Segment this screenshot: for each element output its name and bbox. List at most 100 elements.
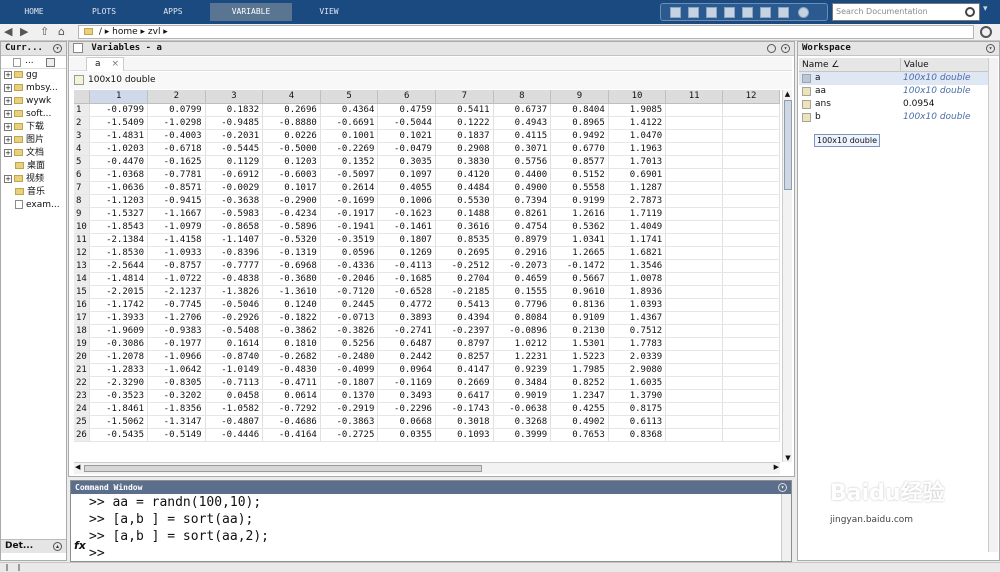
expand-icon[interactable]: + xyxy=(4,109,12,118)
table-cell[interactable]: -1.0298 xyxy=(147,116,206,130)
save-icon[interactable] xyxy=(670,7,681,18)
table-cell[interactable]: -1.2706 xyxy=(147,311,206,325)
table-cell[interactable]: -1.4814 xyxy=(89,272,149,286)
table-cell[interactable]: 0.8368 xyxy=(608,428,667,442)
table-cell[interactable]: -0.2296 xyxy=(377,402,436,416)
vertical-scrollbar[interactable]: ▲ ▼ xyxy=(782,90,792,462)
empty-cell[interactable] xyxy=(722,259,780,273)
table-row[interactable]: 2 -1.5409 -1.0298 -0.9485 -0.8880 -0.6691 -0.5… xyxy=(74,116,780,130)
table-cell[interactable]: -2.5644 xyxy=(89,259,149,273)
table-cell[interactable]: -0.4446 xyxy=(205,428,264,442)
table-cell[interactable]: -0.8880 xyxy=(262,116,321,130)
table-cell[interactable]: 0.2614 xyxy=(320,181,379,195)
table-cell[interactable]: 0.5530 xyxy=(435,194,494,208)
table-cell[interactable]: 0.1488 xyxy=(435,207,494,221)
table-cell[interactable]: -0.4686 xyxy=(262,415,321,429)
table-cell[interactable]: 0.4484 xyxy=(435,181,494,195)
table-cell[interactable]: -0.6912 xyxy=(205,168,264,182)
table-cell[interactable]: -1.2833 xyxy=(89,363,149,377)
table-row[interactable]: 1 -0.0799 0.0799 0.1832 0.2696 0.4364 0.4759 0.… xyxy=(74,103,780,117)
path-search-icon[interactable] xyxy=(980,26,992,38)
table-row[interactable]: 10 -1.8543 -1.0979 -0.8658 -0.5896 -0.1941 -0.… xyxy=(74,220,780,234)
table-cell[interactable]: -0.4003 xyxy=(147,129,206,143)
empty-cell[interactable] xyxy=(722,116,780,130)
empty-cell[interactable] xyxy=(665,246,724,260)
table-cell[interactable]: -1.3147 xyxy=(147,415,206,429)
empty-cell[interactable] xyxy=(665,103,724,117)
table-cell[interactable]: 0.5152 xyxy=(550,168,609,182)
table-cell[interactable]: 0.5411 xyxy=(435,103,494,117)
list-item[interactable]: 音乐 xyxy=(1,186,66,199)
table-cell[interactable]: 0.1614 xyxy=(205,337,264,351)
search-documentation-input[interactable]: Search Documentation xyxy=(832,3,980,21)
table-cell[interactable]: -0.5435 xyxy=(89,428,149,442)
table-cell[interactable]: 0.2445 xyxy=(320,298,379,312)
table-row[interactable]: 4 -1.0203 -0.6718 -0.5445 -0.5000 -0.2269 -0.0… xyxy=(74,142,780,156)
empty-cell[interactable] xyxy=(665,168,724,182)
table-cell[interactable]: -0.8658 xyxy=(205,220,264,234)
empty-cell[interactable] xyxy=(722,168,780,182)
table-row[interactable]: 24 -1.8461 -1.8356 -1.0582 -0.7292 -0.2919 -0.… xyxy=(74,402,780,416)
table-cell[interactable]: 1.1963 xyxy=(608,142,667,156)
table-cell[interactable]: 0.0596 xyxy=(320,246,379,260)
table-cell[interactable]: 1.1741 xyxy=(608,233,667,247)
table-row[interactable]: 18 -1.9609 -0.9383 -0.5408 -0.3862 -0.3826 -0.… xyxy=(74,324,780,338)
table-cell[interactable]: -0.5445 xyxy=(205,142,264,156)
table-row[interactable]: 21 -1.2833 -1.0642 -1.0149 -0.4830 -0.4099 0.0… xyxy=(74,363,780,377)
table-row[interactable]: 6 -1.0368 -0.7781 -0.6912 -0.6003 -0.5097 0.10… xyxy=(74,168,780,182)
expand-icon[interactable]: + xyxy=(4,96,12,105)
table-cell[interactable]: 1.1287 xyxy=(608,181,667,195)
table-cell[interactable]: 0.9239 xyxy=(493,363,552,377)
table-cell[interactable]: -1.1742 xyxy=(89,298,149,312)
table-cell[interactable]: -1.0642 xyxy=(147,363,206,377)
table-cell[interactable]: 0.1222 xyxy=(435,116,494,130)
row-header[interactable]: 15 xyxy=(74,285,91,299)
table-cell[interactable]: 0.8257 xyxy=(435,350,494,364)
table-cell[interactable]: 0.1240 xyxy=(262,298,321,312)
horizontal-scroll-thumb[interactable] xyxy=(84,465,482,472)
column-header[interactable]: 1 xyxy=(89,90,149,104)
table-cell[interactable]: 2.0339 xyxy=(608,350,667,364)
row-header[interactable]: 5 xyxy=(74,155,91,169)
empty-cell[interactable] xyxy=(665,285,724,299)
table-cell[interactable]: -1.0979 xyxy=(147,220,206,234)
table-row[interactable]: 5 -0.4470 -0.1625 0.1129 0.1203 0.1352 0.3035 0… xyxy=(74,155,780,169)
empty-cell[interactable] xyxy=(665,181,724,195)
copy-icon[interactable] xyxy=(706,7,717,18)
function-browser-icon[interactable]: fx xyxy=(74,539,86,552)
empty-cell[interactable] xyxy=(665,116,724,130)
row-header[interactable]: 10 xyxy=(74,220,91,234)
column-header[interactable]: 4 xyxy=(262,90,321,104)
details-toggle-icon[interactable]: ▴ xyxy=(53,542,62,551)
table-cell[interactable]: 0.6417 xyxy=(435,389,494,403)
table-cell[interactable]: 0.3484 xyxy=(493,376,552,390)
table-cell[interactable]: 0.2669 xyxy=(435,376,494,390)
table-cell[interactable]: -0.5044 xyxy=(377,116,436,130)
empty-cell[interactable] xyxy=(665,272,724,286)
table-cell[interactable]: 0.1093 xyxy=(435,428,494,442)
table-cell[interactable]: 0.7653 xyxy=(550,428,609,442)
table-cell[interactable]: 0.3071 xyxy=(493,142,552,156)
table-cell[interactable]: -0.7781 xyxy=(147,168,206,182)
empty-cell[interactable] xyxy=(665,220,724,234)
row-header[interactable]: 26 xyxy=(74,428,91,442)
table-cell[interactable]: -0.1472 xyxy=(550,259,609,273)
up-folder-icon[interactable]: ⇧ xyxy=(40,25,49,38)
table-cell[interactable]: 0.4759 xyxy=(377,103,436,117)
table-cell[interactable]: -0.4807 xyxy=(205,415,264,429)
table-row[interactable]: 3 -1.4831 -0.4003 -0.2031 0.0226 0.1001 0.1021… xyxy=(74,129,780,143)
table-cell[interactable]: 0.8404 xyxy=(550,103,609,117)
table-cell[interactable]: 0.0226 xyxy=(262,129,321,143)
table-cell[interactable]: -0.5408 xyxy=(205,324,264,338)
table-cell[interactable]: -0.1699 xyxy=(320,194,379,208)
close-icon[interactable] xyxy=(767,44,776,53)
redo-icon[interactable] xyxy=(760,7,771,18)
table-cell[interactable]: -0.8757 xyxy=(147,259,206,273)
table-row[interactable]: 25 -1.5062 -1.3147 -0.4807 -0.4686 -0.3863 0.0… xyxy=(74,415,780,429)
table-cell[interactable]: 0.6113 xyxy=(608,415,667,429)
table-cell[interactable]: -0.5097 xyxy=(320,168,379,182)
empty-cell[interactable] xyxy=(722,402,780,416)
empty-cell[interactable] xyxy=(665,259,724,273)
table-cell[interactable]: -0.1941 xyxy=(320,220,379,234)
horizontal-scrollbar[interactable]: ◀ ▶ xyxy=(74,462,780,474)
